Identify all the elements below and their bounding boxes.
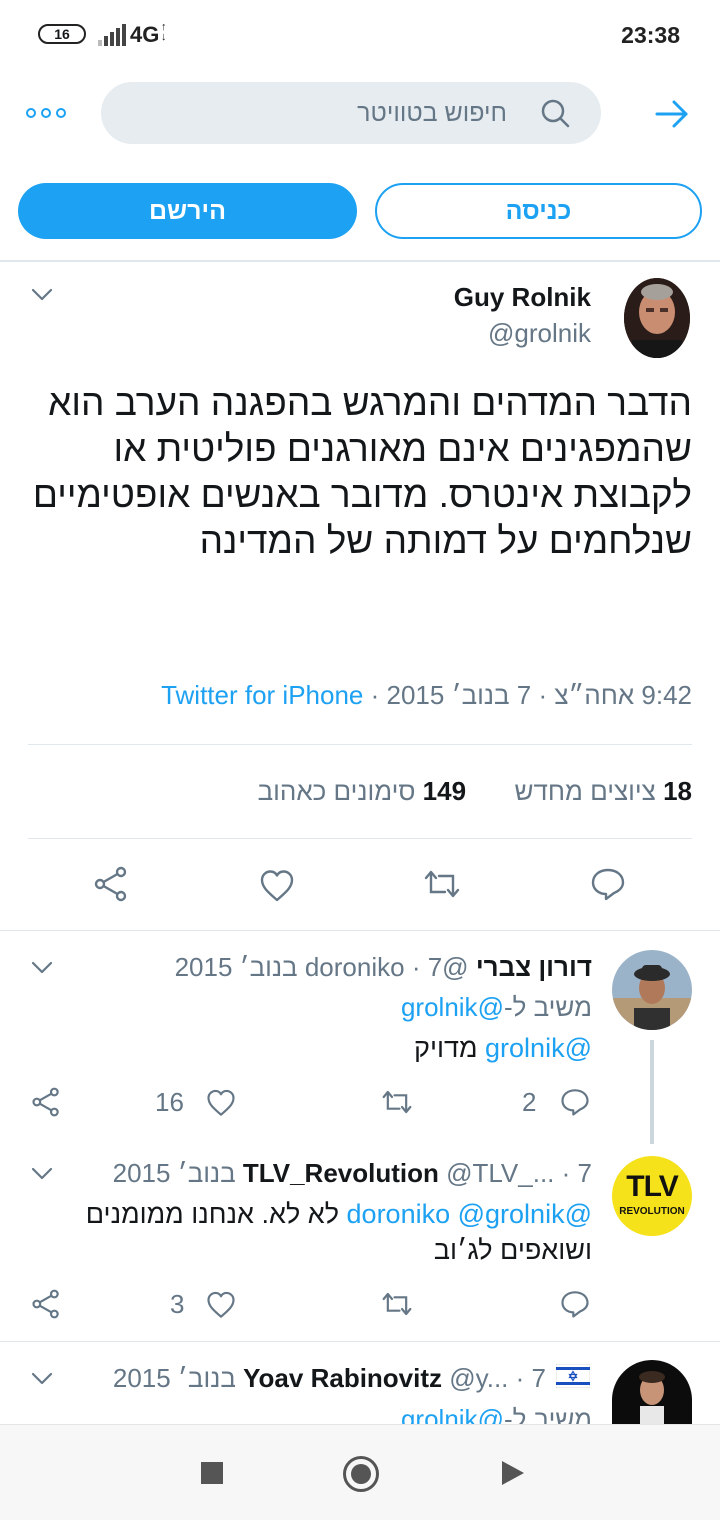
replying-prefix: משיב ל- — [503, 1404, 592, 1424]
replying-to: משיב ל-@grolnik — [401, 1404, 592, 1424]
reply-text-content: מדויק — [414, 1033, 478, 1063]
replying-to: משיב ל-@grolnik — [401, 992, 592, 1023]
retweets-count: 18 — [663, 776, 692, 806]
reply-icon[interactable] — [560, 1087, 590, 1117]
avatar-logo-subtext: REVOLUTION — [619, 1206, 685, 1217]
likes-stat[interactable]: 149 סימונים כאהוב — [258, 776, 467, 806]
retweets-stat[interactable]: 18 ציוצים מחדש — [515, 776, 692, 806]
author-name[interactable]: Guy Rolnik — [454, 282, 591, 313]
tweet-time: 9:42 אחה״צ — [554, 680, 692, 710]
reply-icon[interactable] — [590, 866, 626, 902]
search-placeholder: חיפוש בטוויטר — [357, 99, 507, 127]
like-count: 3 — [170, 1289, 185, 1319]
login-button[interactable]: כניסה — [375, 183, 702, 239]
home-icon[interactable] — [343, 1456, 379, 1492]
signal-icon — [98, 24, 126, 46]
author-name[interactable]: Yoav Rabinovitz — [243, 1363, 442, 1393]
mention-link[interactable]: @grolnik — [458, 1199, 565, 1229]
tweet-date: 7 בנוב׳ 2015 — [386, 680, 532, 710]
recent-apps-icon[interactable] — [201, 1462, 223, 1484]
avatar-logo-text: TLV — [626, 1170, 678, 1203]
dot-icon — [56, 108, 66, 118]
retweet-icon[interactable] — [382, 1087, 412, 1117]
author-handle[interactable]: @y... — [449, 1363, 508, 1393]
share-icon[interactable] — [31, 1087, 61, 1117]
likes-label: סימונים כאהוב — [257, 776, 416, 806]
avatar[interactable] — [624, 278, 690, 358]
chevron-down-icon[interactable] — [31, 1167, 53, 1181]
chevron-down-icon[interactable] — [31, 288, 53, 302]
author-handle[interactable]: @TLV_... — [446, 1158, 554, 1188]
chevron-down-icon[interactable] — [31, 1372, 53, 1386]
replying-handle-link[interactable]: @grolnik — [401, 1404, 504, 1424]
reply-text: @grolnik מדויק — [414, 1030, 592, 1066]
divider — [0, 930, 720, 931]
share-icon[interactable] — [31, 1289, 61, 1319]
author-photo — [612, 950, 692, 1030]
divider — [0, 260, 720, 262]
dot-icon — [41, 108, 51, 118]
reply-icon[interactable] — [560, 1289, 590, 1319]
dot-icon — [26, 108, 36, 118]
tweet-meta: 9:42 אחה״צ · 7 בנוב׳ 2015 · Twitter for … — [161, 680, 692, 710]
like-count: 16 — [155, 1087, 184, 1117]
clock: 23:38 — [621, 22, 680, 48]
status-bar: 16 4G ↑ ↓ 23:38 — [0, 0, 720, 70]
back-arrow-icon[interactable] — [654, 96, 690, 132]
back-icon[interactable] — [502, 1461, 524, 1485]
avatar[interactable] — [612, 950, 692, 1030]
share-icon[interactable] — [93, 866, 129, 902]
author-handle[interactable]: @doroniko — [305, 952, 469, 982]
like-heart-icon[interactable] — [259, 868, 295, 904]
signup-button[interactable]: הירשם — [18, 183, 357, 239]
search-input[interactable]: חיפוש בטוויטר — [101, 82, 601, 144]
tweet-stats: 18 ציוצים מחדש 149 סימונים כאהוב — [258, 776, 692, 807]
israel-flag-icon — [556, 1364, 590, 1388]
divider — [0, 1341, 720, 1342]
reply-header: TLV_Revolution @TLV_... · 7 בנוב׳ 2015 — [112, 1158, 592, 1188]
thread-line — [650, 1040, 654, 1144]
system-nav-bar — [0, 1424, 720, 1520]
author-photo — [624, 278, 690, 358]
data-activity-icon: ↑ ↓ — [161, 21, 167, 43]
search-icon — [541, 99, 570, 128]
mention-link[interactable]: @grolnik — [485, 1033, 592, 1063]
battery-indicator: 16 — [38, 24, 86, 44]
tweet-source-link[interactable]: Twitter for iPhone — [161, 680, 363, 710]
more-options-button[interactable] — [26, 104, 66, 122]
retweet-icon[interactable] — [382, 1289, 412, 1319]
retweets-label: ציוצים מחדש — [514, 776, 656, 806]
divider — [28, 744, 692, 745]
retweet-icon[interactable] — [424, 866, 460, 902]
chevron-down-icon[interactable] — [31, 961, 53, 975]
replying-handle-link[interactable]: @grolnik — [401, 992, 504, 1022]
likes-count: 149 — [422, 776, 467, 806]
replying-prefix: משיב ל- — [503, 992, 592, 1022]
like-heart-icon[interactable] — [206, 1088, 236, 1118]
avatar[interactable]: TLV REVOLUTION — [612, 1156, 692, 1236]
reply-count: 2 — [522, 1087, 537, 1117]
reply-clip: משיב ל-@grolnik — [0, 1400, 720, 1424]
like-heart-icon[interactable] — [206, 1290, 236, 1320]
author-name[interactable]: דורון צברי — [476, 952, 592, 982]
divider — [28, 838, 692, 839]
reply-header: דורון צברי @doroniko · 7 בנוב׳ 2015 — [174, 952, 592, 982]
author-handle[interactable]: @grolnik — [488, 318, 591, 349]
reply-text: @doroniko @grolnik לא לא. אנחנו ממומנים … — [72, 1196, 592, 1268]
network-type: 4G — [130, 22, 160, 47]
reply-header: Yoav Rabinovitz @y... · 7 בנוב׳ 2015 — [112, 1363, 546, 1393]
author-name[interactable]: TLV_Revolution — [243, 1158, 439, 1188]
tweet-text: הדבר המדהים והמרגש בהפגנה הערב הוא שהמפג… — [32, 382, 692, 561]
